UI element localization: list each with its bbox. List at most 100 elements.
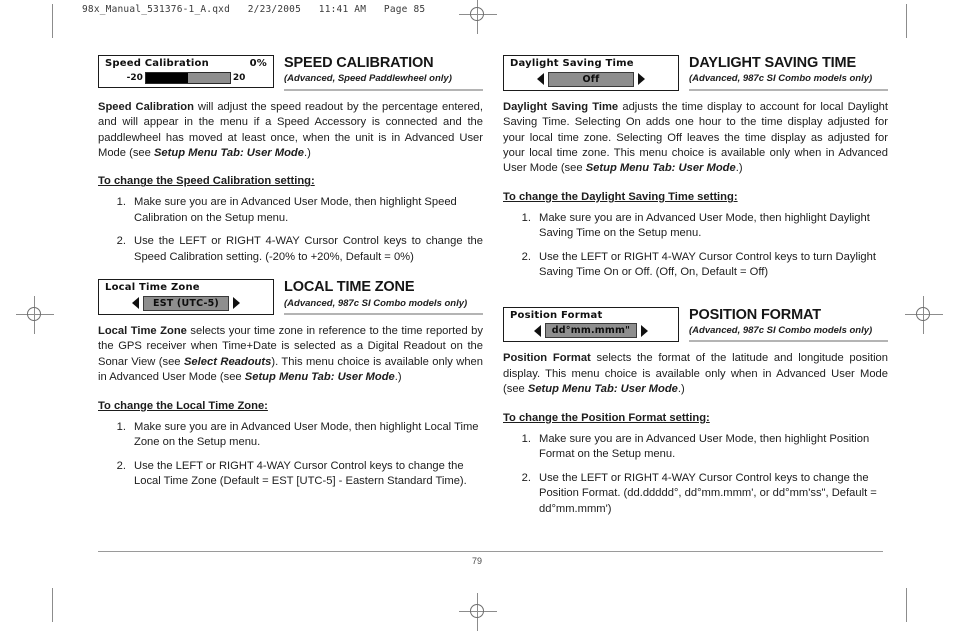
section-rule bbox=[284, 88, 483, 91]
arrow-right-icon[interactable] bbox=[641, 324, 649, 337]
manual-page: 98x_Manual_531376-1_A.qxd 2/23/2005 11:4… bbox=[0, 0, 954, 631]
arrow-left-icon[interactable] bbox=[533, 324, 541, 337]
step-text: Use the LEFT or RIGHT 4-WAY Cursor Contr… bbox=[134, 459, 467, 488]
lcd-label-row: Position Format bbox=[504, 310, 678, 323]
section-titles: POSITION FORMAT (Advanced, 987c SI Combo… bbox=[689, 307, 888, 343]
step-text: Make sure you are in Advanced User Mode,… bbox=[134, 420, 479, 449]
slider-track[interactable] bbox=[144, 71, 231, 84]
step-item: 2. Use the LEFT or RIGHT 4-WAY Cursor Con… bbox=[503, 471, 888, 517]
lcd-widget-daylight-saving-time[interactable]: Daylight Saving Time Off bbox=[503, 55, 679, 91]
section-header: Position Format dd°mm.mmm" POSITION FORM… bbox=[503, 306, 888, 343]
section-title: POSITION FORMAT bbox=[689, 306, 822, 323]
page-number: 79 bbox=[471, 556, 482, 566]
section-titles: SPEED CALIBRATION (Advanced, Speed Paddl… bbox=[284, 55, 483, 91]
lcd-spinner-row[interactable]: EST (UTC-5) bbox=[99, 295, 273, 311]
left-column: Speed Calibration 0% -20 20 SPEED CALIBR… bbox=[98, 55, 483, 498]
registration-mark-right bbox=[905, 296, 943, 334]
step-text: Use the LEFT or RIGHT 4-WAY Cursor Contr… bbox=[539, 471, 877, 515]
step-item: 1. Make sure you are in Advanced User Mod… bbox=[98, 420, 483, 451]
crop-mark-bottom-left-v bbox=[52, 588, 53, 622]
crop-mark-top-left-v bbox=[52, 4, 53, 38]
step-item: 1. Make sure you are in Advanced User Mod… bbox=[503, 211, 888, 242]
slider-fill bbox=[145, 72, 188, 83]
lcd-menu-value: EST (UTC-5) bbox=[143, 295, 229, 311]
slider-min-label: -20 bbox=[126, 72, 143, 83]
section-rule bbox=[689, 88, 888, 91]
step-number: 2. bbox=[521, 471, 531, 484]
step-list: 1. Make sure you are in Advanced User Mod… bbox=[98, 195, 483, 265]
section-header: Speed Calibration 0% -20 20 SPEED CALIBR… bbox=[98, 55, 483, 91]
howto-heading: To change the Local Time Zone: bbox=[98, 399, 268, 412]
section-rule bbox=[689, 340, 888, 343]
registration-mark-left bbox=[16, 296, 54, 334]
lcd-menu-label: Daylight Saving Time bbox=[510, 58, 634, 69]
step-number: 2. bbox=[116, 235, 126, 248]
step-number: 1. bbox=[521, 211, 531, 224]
howto-heading: To change the Speed Calibration setting: bbox=[98, 175, 315, 188]
lcd-spinner-row[interactable]: dd°mm.mmm" bbox=[504, 322, 678, 339]
step-text: Use the LEFT or RIGHT 4-WAY Cursor Contr… bbox=[134, 235, 483, 263]
section-local-time-zone: Local Time Zone EST (UTC-5) LOCAL TIME Z… bbox=[98, 279, 483, 489]
lcd-label-row: Local Time Zone bbox=[99, 282, 273, 295]
step-item: 2. Use the LEFT or RIGHT 4-WAY Cursor Con… bbox=[98, 459, 483, 490]
section-title: LOCAL TIME ZONE bbox=[284, 279, 415, 296]
right-column: Daylight Saving Time Off DAYLIGHT SAVING… bbox=[503, 55, 888, 525]
registration-mark-top bbox=[459, 0, 497, 34]
step-item: 2. Use the LEFT or RIGHT 4-WAY Cursor Con… bbox=[503, 250, 888, 281]
lcd-widget-speed-calibration[interactable]: Speed Calibration 0% -20 20 bbox=[98, 55, 274, 88]
lcd-menu-value: Off bbox=[548, 71, 634, 87]
section-header: Daylight Saving Time Off DAYLIGHT SAVING… bbox=[503, 55, 888, 91]
arrow-left-icon[interactable] bbox=[537, 73, 544, 85]
step-item: 2. Use the LEFT or RIGHT 4-WAY Cursor Con… bbox=[98, 234, 483, 265]
step-number: 1. bbox=[116, 420, 126, 433]
registration-mark-bottom bbox=[459, 593, 497, 631]
lcd-spinner-row[interactable]: Off bbox=[504, 71, 678, 87]
section-subtitle: (Advanced, Speed Paddlewheel only) bbox=[284, 73, 452, 85]
lcd-menu-label: Speed Calibration bbox=[105, 58, 209, 69]
lcd-label-row: Daylight Saving Time bbox=[504, 58, 678, 71]
section-position-format: Position Format dd°mm.mmm" POSITION FORM… bbox=[503, 306, 888, 517]
section-title: SPEED CALIBRATION bbox=[284, 55, 434, 71]
step-text: Make sure you are in Advanced User Mode,… bbox=[539, 211, 870, 240]
section-daylight-saving-time: Daylight Saving Time Off DAYLIGHT SAVING… bbox=[503, 55, 888, 281]
lcd-widget-local-time-zone[interactable]: Local Time Zone EST (UTC-5) bbox=[98, 279, 274, 315]
howto-heading: To change the Position Format setting: bbox=[503, 411, 710, 424]
step-text: Make sure you are in Advanced User Mode,… bbox=[539, 432, 870, 461]
step-number: 1. bbox=[521, 432, 531, 445]
step-number: 2. bbox=[521, 250, 531, 263]
arrow-right-icon[interactable] bbox=[638, 73, 645, 85]
section-titles: LOCAL TIME ZONE (Advanced, 987c SI Combo… bbox=[284, 279, 483, 315]
section-subtitle: (Advanced, 987c SI Combo models only) bbox=[284, 297, 468, 309]
section-title: DAYLIGHT SAVING TIME bbox=[689, 55, 856, 71]
step-list: 1. Make sure you are in Advanced User Mod… bbox=[98, 420, 483, 490]
step-number: 1. bbox=[116, 196, 126, 209]
lcd-slider-row[interactable]: -20 20 bbox=[99, 71, 273, 84]
step-text: Use the LEFT or RIGHT 4-WAY Cursor Contr… bbox=[539, 250, 876, 279]
lcd-widget-position-format[interactable]: Position Format dd°mm.mmm" bbox=[503, 306, 679, 343]
step-item: 1. Make sure you are in Advanced User Mod… bbox=[503, 432, 888, 463]
step-list: 1. Make sure you are in Advanced User Mod… bbox=[503, 432, 888, 517]
section-subtitle: (Advanced, 987c SI Combo models only) bbox=[689, 73, 873, 85]
section-body: Speed Calibration will adjust the speed … bbox=[98, 100, 483, 160]
lcd-menu-label: Position Format bbox=[510, 309, 603, 321]
section-body: Daylight Saving Time adjusts the time di… bbox=[503, 100, 888, 175]
crop-mark-bottom-right-v bbox=[906, 588, 907, 622]
footer-rule bbox=[98, 551, 883, 552]
step-number: 2. bbox=[116, 459, 126, 472]
lcd-label-row: Speed Calibration 0% bbox=[99, 58, 273, 71]
step-text: Make sure you are in Advanced User Mode,… bbox=[134, 196, 457, 224]
arrow-left-icon[interactable] bbox=[132, 297, 139, 310]
lcd-menu-label: Local Time Zone bbox=[105, 282, 200, 294]
section-body: Local Time Zone selects your time zone i… bbox=[98, 324, 483, 384]
file-slug-line: 98x_Manual_531376-1_A.qxd 2/23/2005 11:4… bbox=[82, 4, 426, 15]
lcd-menu-value: 0% bbox=[249, 58, 267, 69]
step-item: 1. Make sure you are in Advanced User Mod… bbox=[98, 195, 483, 226]
howto-heading: To change the Daylight Saving Time setti… bbox=[503, 190, 738, 203]
section-subtitle: (Advanced, 987c SI Combo models only) bbox=[689, 324, 873, 336]
step-list: 1. Make sure you are in Advanced User Mod… bbox=[503, 211, 888, 281]
section-rule bbox=[284, 312, 483, 315]
section-speed-calibration: Speed Calibration 0% -20 20 SPEED CALIBR… bbox=[98, 55, 483, 265]
arrow-right-icon[interactable] bbox=[233, 297, 240, 310]
lcd-menu-value: dd°mm.mmm" bbox=[544, 323, 638, 339]
section-header: Local Time Zone EST (UTC-5) LOCAL TIME Z… bbox=[98, 279, 483, 315]
